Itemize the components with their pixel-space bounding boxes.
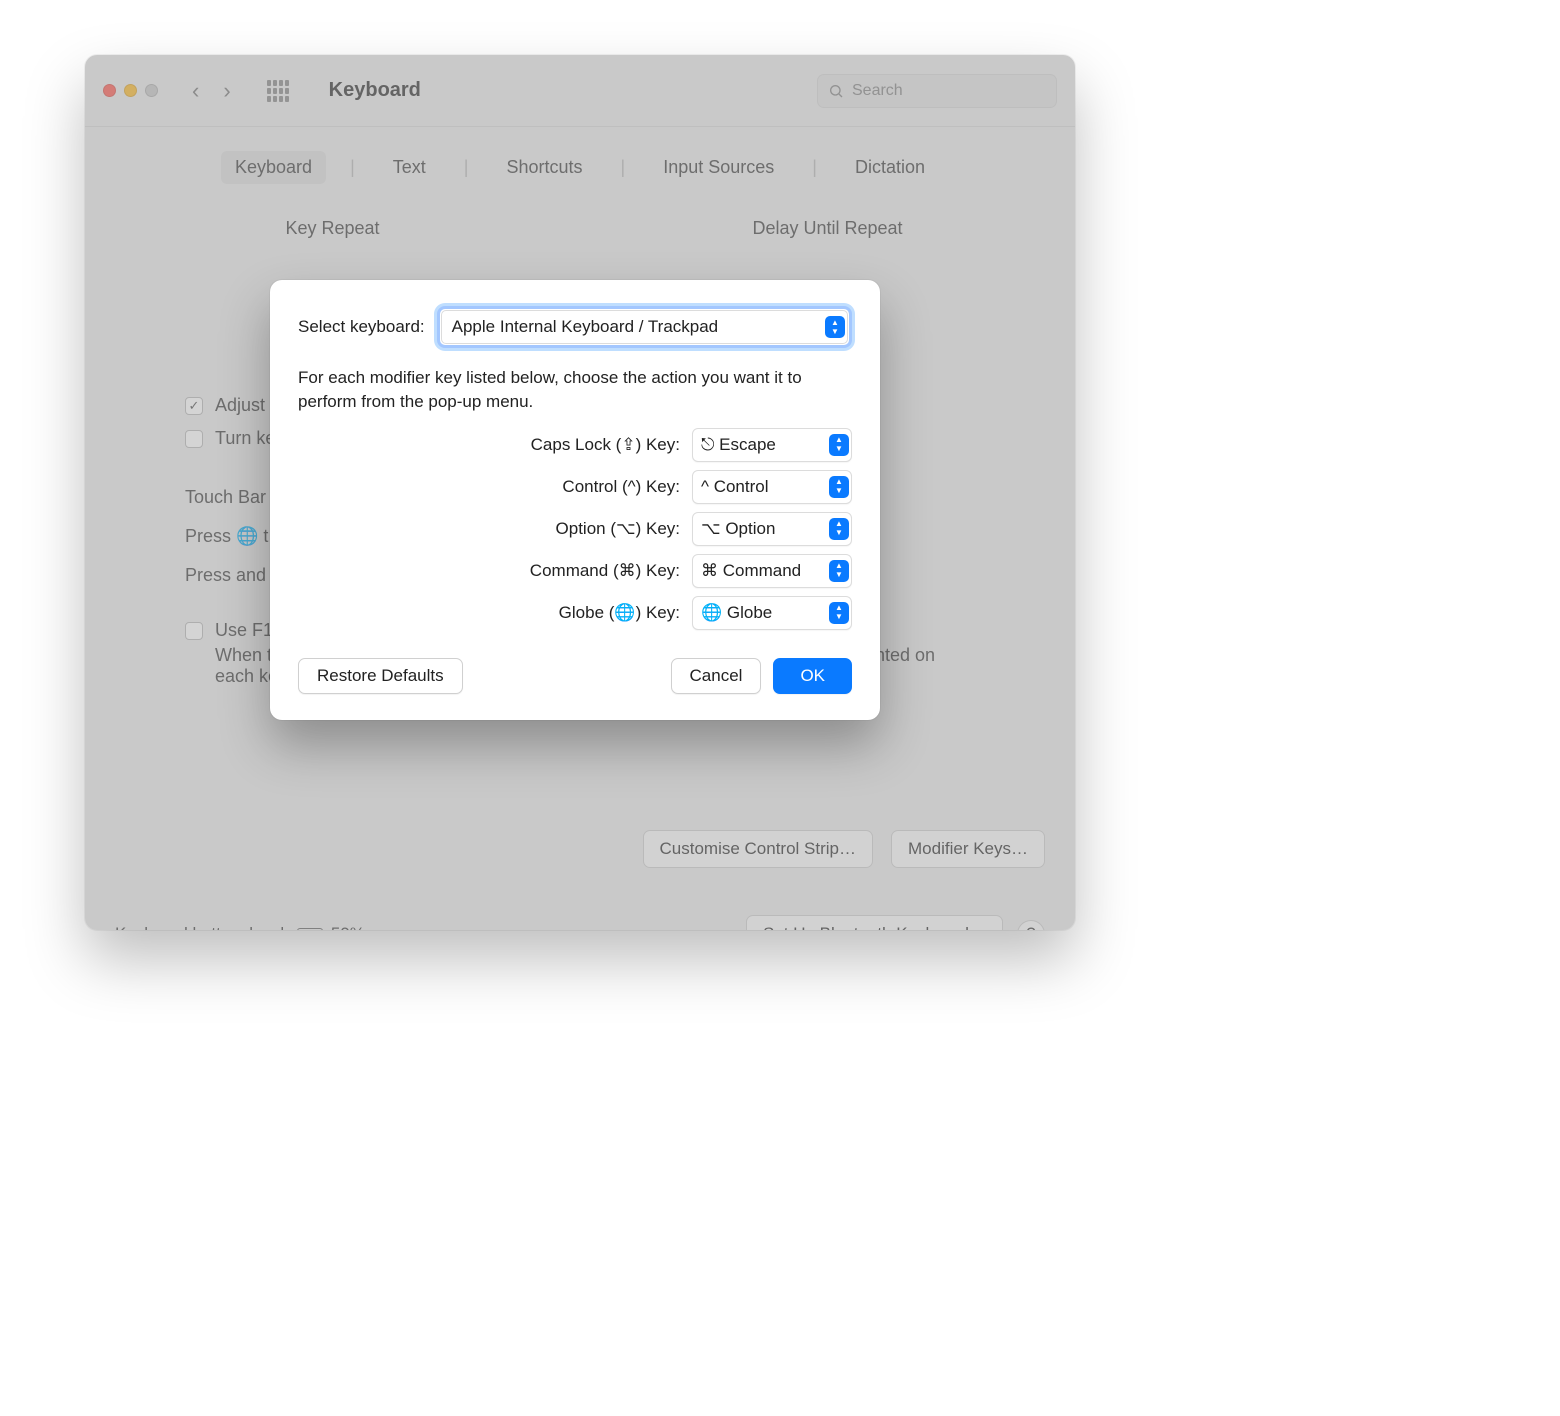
customise-button[interactable]: Customise Control Strip… bbox=[643, 830, 874, 868]
popup-stepper-icon: ▲▼ bbox=[829, 518, 849, 540]
back-icon[interactable]: ‹ bbox=[192, 78, 199, 104]
search-placeholder: Search bbox=[852, 82, 903, 100]
tab-shortcuts[interactable]: Shortcuts bbox=[492, 151, 596, 184]
tab-dictation[interactable]: Dictation bbox=[841, 151, 939, 184]
popup-stepper-icon: ▲▼ bbox=[829, 434, 849, 456]
tab-input-sources[interactable]: Input Sources bbox=[649, 151, 788, 184]
option-select[interactable]: ⌥ Option ▲▼ bbox=[692, 512, 852, 546]
when-line2: each ke bbox=[215, 666, 278, 686]
bottom-buttons: Customise Control Strip… Modifier Keys… bbox=[643, 830, 1046, 868]
window-controls bbox=[103, 84, 158, 97]
when-tail: nted on bbox=[875, 645, 935, 666]
globe-label: Globe (🌐) Key: bbox=[298, 603, 682, 623]
close-icon[interactable] bbox=[103, 84, 116, 97]
battery-icon bbox=[297, 928, 323, 931]
select-keyboard-popup[interactable]: Apple Internal Keyboard / Trackpad ▲▼ bbox=[437, 306, 852, 348]
option-value: ⌥ Option bbox=[701, 519, 775, 539]
control-select[interactable]: ^ Control ▲▼ bbox=[692, 470, 852, 504]
caps-lock-label: Caps Lock (⇪) Key: bbox=[298, 435, 682, 455]
search-icon bbox=[828, 83, 844, 99]
select-keyboard-value: Apple Internal Keyboard / Trackpad bbox=[452, 317, 719, 337]
select-keyboard-label: Select keyboard: bbox=[298, 317, 425, 337]
titlebar: ‹ › Keyboard Search bbox=[85, 55, 1075, 127]
option-label: Option (⌥) Key: bbox=[298, 519, 682, 539]
popup-stepper-icon: ▲▼ bbox=[829, 476, 849, 498]
forward-icon[interactable]: › bbox=[223, 78, 230, 104]
restore-defaults-button[interactable]: Restore Defaults bbox=[298, 658, 463, 694]
use-f-label: Use F1, bbox=[215, 620, 278, 641]
caps-lock-select[interactable]: ⎋ Escape ▲▼ bbox=[692, 428, 852, 462]
help-button[interactable]: ? bbox=[1017, 920, 1045, 930]
battery-label: Keyboard battery level: bbox=[115, 924, 289, 930]
maximize-icon[interactable] bbox=[145, 84, 158, 97]
when-line1: When t bbox=[215, 645, 272, 665]
footer: Keyboard battery level: 59% Set Up Bluet… bbox=[115, 915, 1045, 930]
tab-keyboard[interactable]: Keyboard bbox=[221, 151, 326, 184]
command-label: Command (⌘) Key: bbox=[298, 561, 682, 581]
all-prefs-icon[interactable] bbox=[267, 80, 289, 102]
turn-checkbox[interactable] bbox=[185, 430, 203, 448]
globe-select[interactable]: 🌐 Globe ▲▼ bbox=[692, 596, 852, 630]
ok-button[interactable]: OK bbox=[773, 658, 852, 694]
key-repeat-label: Key Repeat bbox=[110, 218, 556, 239]
sliders-row: Key Repeat Delay Until Repeat bbox=[85, 218, 1075, 239]
search-input[interactable]: Search bbox=[817, 74, 1057, 108]
use-f-checkbox[interactable] bbox=[185, 622, 203, 640]
adjust-label: Adjust bbox=[215, 395, 265, 416]
pref-tabs: Keyboard | Text | Shortcuts | Input Sour… bbox=[85, 127, 1075, 184]
bluetooth-button[interactable]: Set Up Bluetooth Keyboard… bbox=[746, 915, 1003, 930]
control-value: ^ Control bbox=[701, 477, 769, 497]
delay-until-repeat-label: Delay Until Repeat bbox=[605, 218, 1051, 239]
modifier-keys-sheet: Select keyboard: Apple Internal Keyboard… bbox=[270, 280, 880, 720]
modifier-keys-button[interactable]: Modifier Keys… bbox=[891, 830, 1045, 868]
tab-text[interactable]: Text bbox=[379, 151, 440, 184]
cancel-button[interactable]: Cancel bbox=[671, 658, 762, 694]
window-title: Keyboard bbox=[329, 79, 421, 102]
popup-stepper-icon: ▲▼ bbox=[829, 602, 849, 624]
control-label: Control (^) Key: bbox=[298, 477, 682, 497]
command-value: ⌘ Command bbox=[701, 561, 801, 581]
battery-percent: 59% bbox=[331, 924, 365, 930]
popup-stepper-icon: ▲▼ bbox=[825, 316, 845, 338]
nav-arrows: ‹ › bbox=[192, 78, 231, 104]
globe-value: 🌐 Globe bbox=[701, 603, 772, 623]
minimize-icon[interactable] bbox=[124, 84, 137, 97]
adjust-checkbox[interactable]: ✓ bbox=[185, 397, 203, 415]
caps-lock-value: ⎋ Escape bbox=[701, 435, 776, 455]
popup-stepper-icon: ▲▼ bbox=[829, 560, 849, 582]
sheet-description: For each modifier key listed below, choo… bbox=[298, 366, 852, 414]
turn-label: Turn ke bbox=[215, 428, 275, 449]
command-select[interactable]: ⌘ Command ▲▼ bbox=[692, 554, 852, 588]
